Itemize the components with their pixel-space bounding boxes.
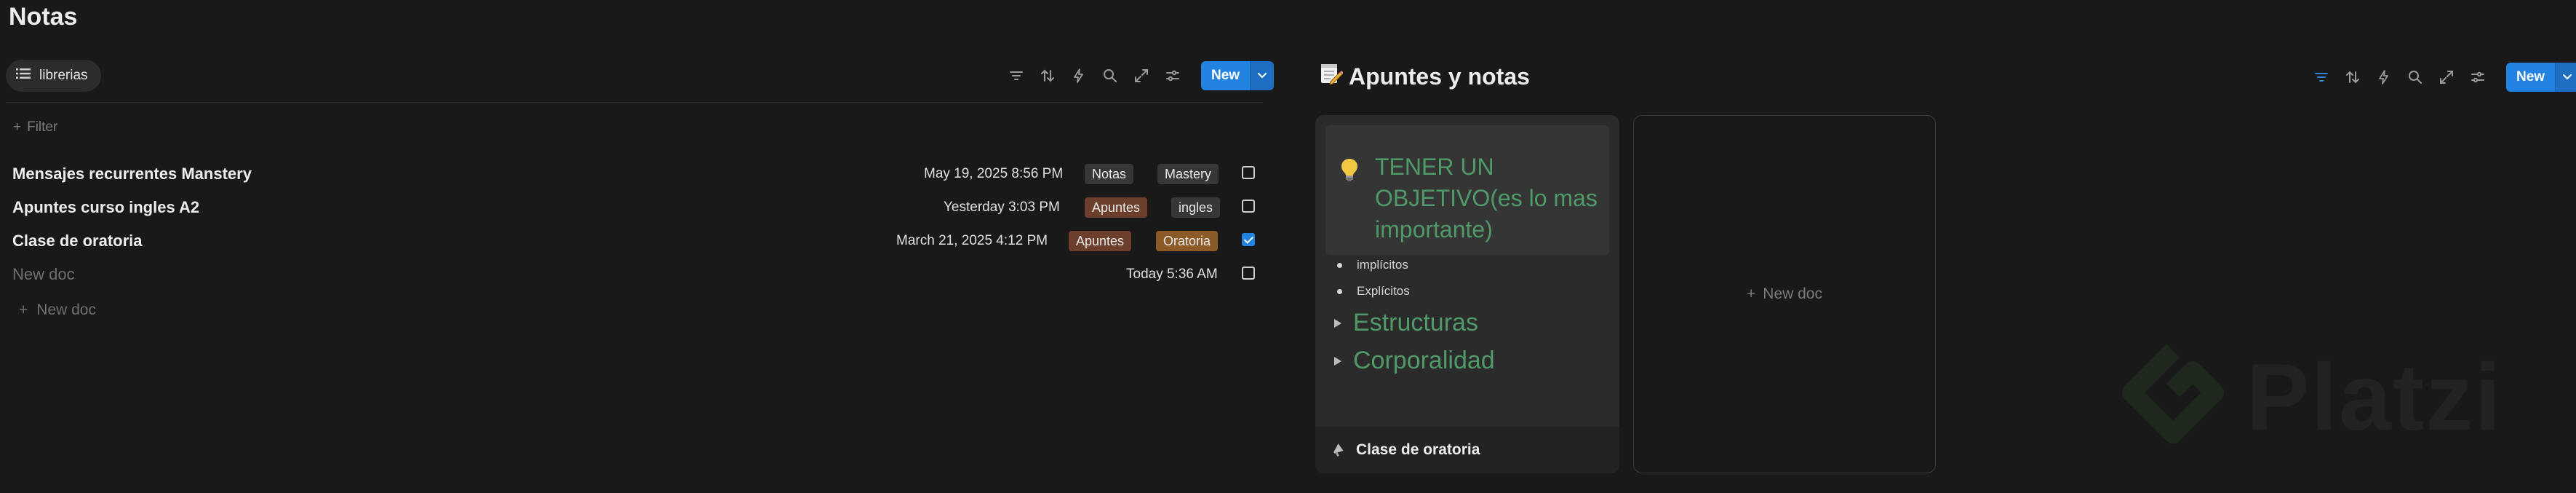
- table-row[interactable]: Apuntes curso ingles A2 Yesterday 3:03 P…: [0, 191, 1266, 223]
- tag-oratoria: Oratoria: [1156, 231, 1219, 251]
- gallery-title-text: Apuntes y notas: [1349, 63, 1530, 90]
- filter-icon[interactable]: [2313, 68, 2330, 86]
- row-date: May 19, 2025 8:56 PM: [924, 166, 1064, 181]
- row-title[interactable]: Apuntes curso ingles A2: [12, 198, 199, 217]
- add-filter-button[interactable]: + Filter: [13, 119, 57, 135]
- left-toolbar: New: [1008, 61, 1275, 90]
- new-dropdown-button[interactable]: [2555, 63, 2576, 92]
- gallery-card[interactable]: TENER UN OBJETIVO(es lo mas importante) …: [1315, 115, 1619, 473]
- settings-sliders-icon[interactable]: [2469, 68, 2487, 86]
- table-row[interactable]: New doc Today 5:36 AM: [0, 258, 1266, 290]
- sort-icon[interactable]: [1039, 67, 1056, 84]
- new-button[interactable]: New: [1201, 61, 1251, 90]
- toolbar-divider: [6, 102, 1263, 103]
- row-checkbox[interactable]: [1242, 267, 1255, 280]
- row-date: March 21, 2025 4:12 PM: [896, 233, 1048, 248]
- new-doc-card-content: + New doc: [1634, 116, 1935, 473]
- new-button-group: New: [2506, 63, 2576, 92]
- bullet-item: implícitos: [1337, 258, 1408, 272]
- view-tab-label: librerias: [39, 68, 88, 83]
- search-icon[interactable]: [1101, 67, 1119, 84]
- expand-icon[interactable]: [2438, 68, 2455, 86]
- toggle-text: Corporalidad: [1353, 347, 1495, 374]
- plus-icon: +: [19, 301, 28, 318]
- new-doc-label: New doc: [36, 301, 96, 318]
- plus-icon: +: [1747, 285, 1756, 302]
- new-doc-row-button[interactable]: + New doc: [19, 301, 96, 319]
- chevron-down-icon: [2563, 74, 2572, 80]
- view-tab-librerias[interactable]: librerias: [6, 60, 101, 92]
- tag-apuntes: Apuntes: [1069, 231, 1132, 251]
- table-row[interactable]: Mensajes recurrentes Manstery May 19, 20…: [0, 157, 1266, 189]
- toggle-triangle-icon[interactable]: [1334, 318, 1341, 328]
- automation-icon[interactable]: [1070, 67, 1088, 84]
- platzi-logo-icon: [2122, 344, 2224, 443]
- callout-block: TENER UN OBJETIVO(es lo mas importante): [1325, 125, 1609, 255]
- watermark-text: Platzi: [2246, 344, 2503, 450]
- filter-icon[interactable]: [1008, 67, 1025, 84]
- right-toolbar: New: [2313, 63, 2576, 92]
- row-title[interactable]: Mensajes recurrentes Manstery: [12, 165, 252, 184]
- card-title: Clase de oratoria: [1356, 441, 1480, 458]
- row-checkbox-checked[interactable]: [1242, 233, 1255, 246]
- tag-apuntes: Apuntes: [1085, 197, 1148, 218]
- row-date: Today 5:36 AM: [1126, 267, 1218, 282]
- page-title: Notas: [9, 3, 78, 31]
- new-doc-card[interactable]: + New doc: [1633, 115, 1936, 473]
- toggle-triangle-icon[interactable]: [1334, 356, 1341, 366]
- tag-mastery: Mastery: [1157, 164, 1219, 184]
- lightbulb-icon: [1340, 157, 1359, 186]
- row-checkbox[interactable]: [1242, 200, 1255, 213]
- tag-notas: Notas: [1085, 164, 1134, 184]
- bullet-text: Explícitos: [1357, 284, 1410, 298]
- plus-icon: +: [13, 119, 22, 135]
- expand-icon[interactable]: [1133, 67, 1150, 84]
- gallery-title: Apuntes y notas: [1318, 61, 1530, 92]
- row-title[interactable]: New doc: [12, 265, 75, 284]
- settings-sliders-icon[interactable]: [1164, 67, 1181, 84]
- callout-text: TENER UN OBJETIVO(es lo mas importante): [1375, 154, 1598, 242]
- row-checkbox[interactable]: [1242, 166, 1255, 179]
- toggle-block[interactable]: Estructuras: [1334, 309, 1478, 337]
- new-doc-label: New doc: [1763, 285, 1822, 302]
- platzi-watermark: Platzi: [2118, 342, 2503, 451]
- toggle-block[interactable]: Corporalidad: [1334, 347, 1495, 375]
- megaphone-icon: [1330, 439, 1347, 461]
- toggle-text: Estructuras: [1353, 309, 1478, 336]
- memo-icon: [1318, 61, 1344, 92]
- new-dropdown-button[interactable]: [1250, 61, 1275, 90]
- bullet-text: implícitos: [1357, 258, 1408, 272]
- automation-icon[interactable]: [2375, 68, 2393, 86]
- table-row[interactable]: Clase de oratoria March 21, 2025 4:12 PM…: [0, 224, 1266, 256]
- tag-ingles: ingles: [1171, 197, 1221, 218]
- new-button[interactable]: New: [2506, 63, 2556, 92]
- card-footer[interactable]: Clase de oratoria: [1315, 427, 1619, 473]
- row-date: Yesterday 3:03 PM: [944, 200, 1060, 215]
- new-button-group: New: [1201, 61, 1275, 90]
- chevron-down-icon: [1258, 73, 1267, 79]
- bullet-dot: [1337, 262, 1342, 268]
- bullet-item: Explícitos: [1337, 284, 1410, 299]
- filter-label: Filter: [27, 119, 58, 135]
- row-title[interactable]: Clase de oratoria: [12, 232, 143, 251]
- sort-icon[interactable]: [2344, 68, 2361, 86]
- search-icon[interactable]: [2406, 68, 2424, 86]
- bullet-dot: [1337, 288, 1342, 294]
- list-icon: [16, 68, 31, 84]
